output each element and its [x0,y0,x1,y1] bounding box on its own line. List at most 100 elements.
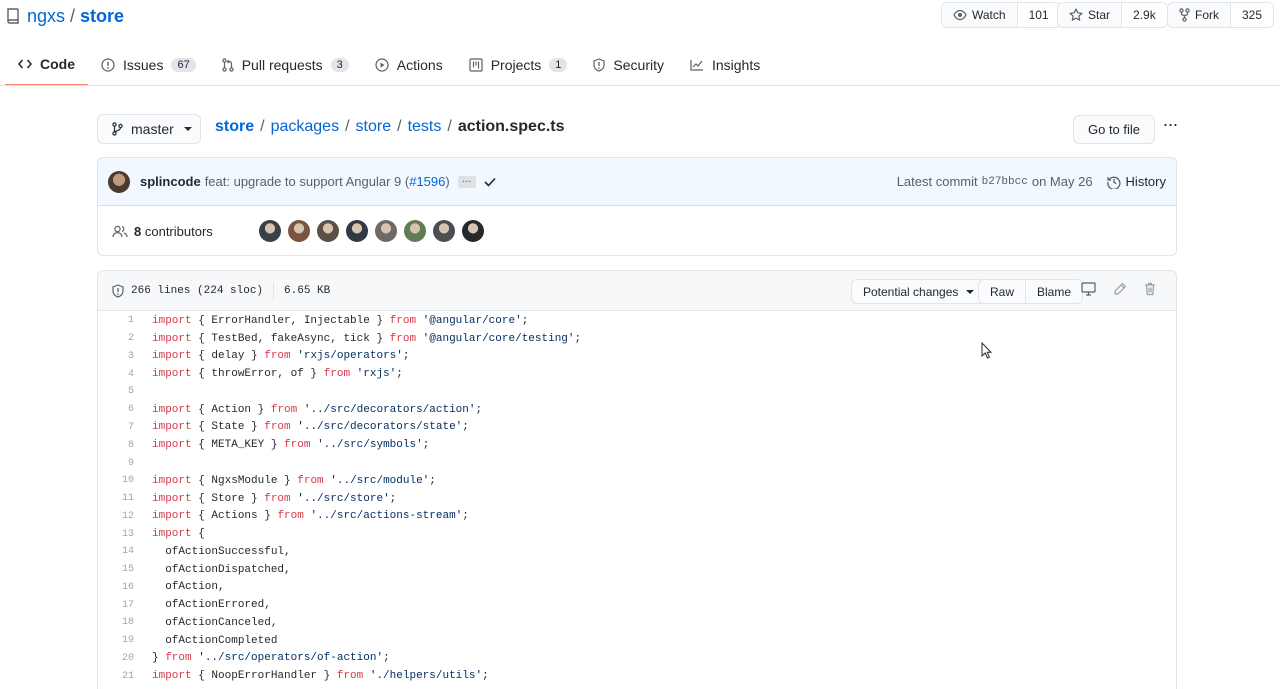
watch-button[interactable]: Watch [942,3,1018,27]
line-number[interactable]: 17 [98,600,138,611]
line-number[interactable]: 2 [98,333,138,344]
code-token: '../src/operators/of-action' [198,652,384,665]
code-token: import [152,492,192,505]
line-number[interactable]: 19 [98,635,138,646]
code-token: from [264,421,291,434]
repo-name-link[interactable]: store [80,6,124,27]
contributor-avatar[interactable] [374,220,397,242]
raw-button[interactable]: Raw [979,280,1026,303]
commit-sha[interactable]: b27bbcc [982,176,1028,188]
code-line: 5 [98,383,1176,401]
code-line: 21 import { NoopErrorHandler } from './he… [98,667,1176,685]
line-number[interactable]: 20 [98,653,138,664]
contributors-link[interactable]: 8 contributors [134,224,213,239]
code-token: from [284,439,311,452]
tab-insights[interactable]: Insights [677,43,773,86]
people-icon [112,225,128,238]
line-number[interactable]: 9 [98,458,138,469]
code-token: from [297,474,324,487]
breadcrumb-separator: / [345,118,350,135]
check-icon[interactable] [484,177,496,187]
breadcrumb-item[interactable]: store [215,118,254,136]
code-text: ofActionDispatched, [138,564,290,576]
line-number[interactable]: 7 [98,422,138,433]
code-token: from [389,314,417,327]
tab-label: Code [40,55,75,72]
commit-pr-link[interactable]: #1596 [409,174,445,189]
contributor-avatar[interactable] [258,220,281,242]
tab-projects[interactable]: Projects 1 [456,43,581,86]
commit-author[interactable]: splincode [140,174,201,189]
code-text: ofActionErrored, [138,599,271,611]
line-number[interactable]: 10 [98,475,138,486]
avatar[interactable] [108,170,130,193]
code-line: 1 import { ErrorHandler, Injectable } fro… [98,312,1176,330]
pencil-icon[interactable] [1113,282,1127,296]
fork-count[interactable]: 325 [1231,3,1274,27]
breadcrumb: store / packages / store / tests / actio… [215,117,565,137]
desktop-icon[interactable] [1081,282,1096,296]
line-number[interactable]: 13 [98,529,138,540]
tab-label: Pull requests [241,56,323,73]
tab-security[interactable]: Security [580,43,677,86]
breadcrumb-item[interactable]: packages [271,118,340,136]
line-number[interactable]: 6 [98,404,138,415]
file-header: 266 lines (224 sloc) 6.65 KB Potential c… [98,271,1176,311]
line-number[interactable]: 1 [98,315,138,326]
potential-changes-label: Potential changes [863,284,959,299]
watch-count[interactable]: 101 [1017,3,1060,27]
code-line: 19 ofActionCompleted [98,632,1176,650]
line-number[interactable]: 16 [98,582,138,593]
code-text: import { NgxsModule } from '../src/modul… [138,475,436,487]
line-number[interactable]: 11 [98,493,138,504]
contributor-avatar[interactable] [461,220,484,242]
fork-icon [1179,8,1190,22]
code-text: import { META_KEY } from '../src/symbols… [138,439,429,451]
expand-message-button[interactable]: … [457,174,476,188]
line-number[interactable]: 3 [98,351,138,362]
line-number[interactable]: 14 [98,546,138,557]
contributor-avatar[interactable] [345,220,368,242]
line-number[interactable]: 12 [98,511,138,522]
code-token: '../src/module' [330,474,430,487]
fork-button[interactable]: Fork [1168,3,1231,27]
contributor-avatar[interactable] [287,220,310,242]
more-options-icon[interactable]: ··· [1160,114,1180,134]
breadcrumb-item[interactable]: tests [408,118,442,136]
line-number[interactable]: 18 [98,617,138,628]
line-number[interactable]: 15 [98,564,138,575]
go-to-file-button[interactable]: Go to file [1073,115,1155,144]
tab-issues[interactable]: Issues 67 [88,43,209,86]
code-token: '../src/decorators/state' [297,421,463,434]
line-number[interactable]: 4 [98,369,138,380]
tab-actions[interactable]: Actions [362,43,456,86]
potential-changes-button[interactable]: Potential changes [851,279,987,304]
blame-button[interactable]: Blame [1025,280,1083,303]
line-number[interactable]: 8 [98,440,138,451]
tab-code[interactable]: Code [5,43,88,86]
code-text: ofActionCompleted [138,635,277,647]
contributor-avatar[interactable] [432,220,455,242]
star-count[interactable]: 2.9k [1122,3,1167,27]
breadcrumb-item[interactable]: store [356,118,392,136]
contributor-avatar[interactable] [403,220,426,242]
code-token: ; [402,350,410,363]
branch-selector[interactable]: master [97,114,201,144]
repo-owner-link[interactable]: ngxs [27,6,65,27]
commit-message-text[interactable]: feat: upgrade to support Angular 9 ( [205,174,410,189]
code-text: import { [138,528,205,540]
code-icon [18,59,32,69]
star-button[interactable]: Star [1058,3,1123,27]
contributor-avatar[interactable] [316,220,339,242]
tab-pull-requests[interactable]: Pull requests 3 [209,43,362,86]
trash-icon[interactable] [1144,282,1156,296]
chevron-down-icon [966,289,975,294]
line-number[interactable]: 21 [98,671,138,682]
line-number[interactable]: 5 [98,386,138,397]
file-view-buttons: Raw Blame [978,279,1084,304]
code-token: import [152,314,192,327]
history-link[interactable]: History [1106,174,1166,189]
code-text: import { Store } from '../src/store'; [138,493,396,505]
